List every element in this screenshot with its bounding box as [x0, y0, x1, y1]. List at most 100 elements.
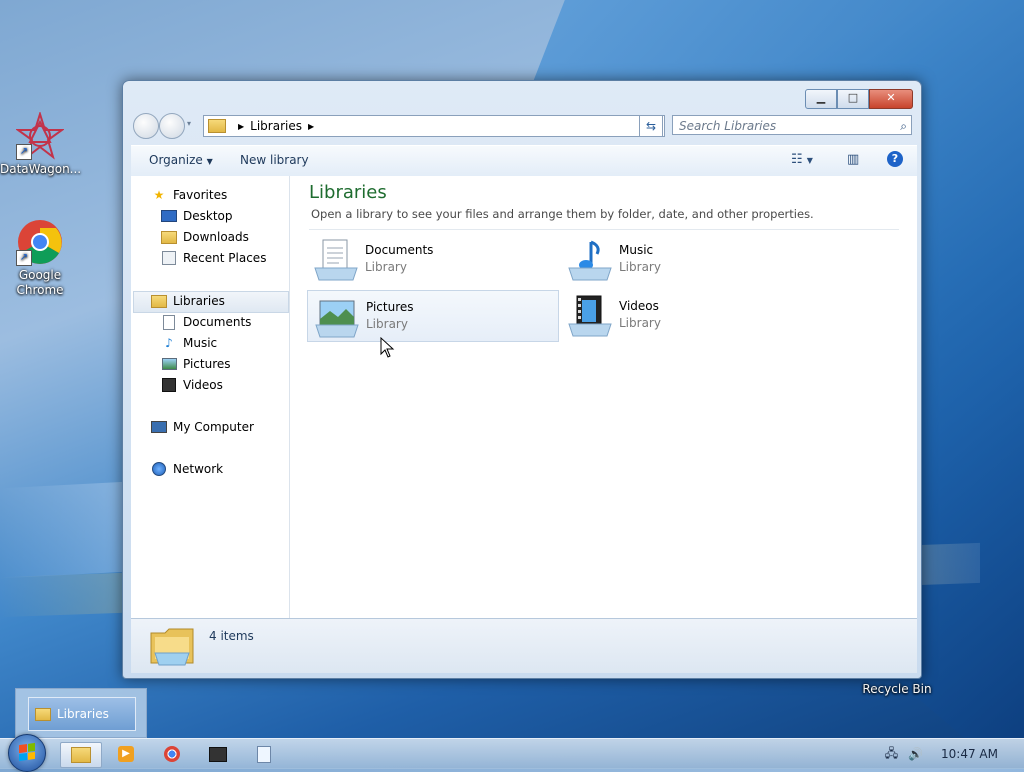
sidebar-item-label: My Computer	[173, 420, 254, 434]
back-button[interactable]	[133, 113, 159, 139]
search-input[interactable]: Search Libraries ⌕	[672, 115, 912, 135]
tile-name: Documents	[365, 243, 434, 257]
organize-button[interactable]: Organize ▼	[149, 153, 213, 167]
recent-places-icon	[161, 251, 177, 265]
network-status-icon[interactable]: 🖧	[885, 744, 898, 765]
navigation-bar: ▾ ▶ Libraries ▶ ▼ ⇆ Search Libraries ⌕	[131, 113, 913, 139]
desktop-icon-label: Google Chrome	[16, 268, 64, 297]
desktop-icon-datawagon[interactable]: ↗ DataWagon...	[0, 110, 82, 177]
sidebar-item-pictures[interactable]: Pictures	[161, 354, 231, 374]
library-tile-music[interactable]: Music Library	[561, 234, 811, 284]
sidebar-item-label: Favorites	[173, 188, 228, 202]
breadcrumb-libraries[interactable]: Libraries	[250, 119, 302, 133]
tile-type: Library	[619, 316, 661, 330]
tile-type: Library	[366, 317, 408, 331]
taskbar-media-player-button[interactable]: ▶	[106, 742, 146, 766]
sidebar-item-libraries[interactable]: Libraries	[151, 291, 225, 311]
page-subtitle: Open a library to see your files and arr…	[311, 207, 814, 221]
library-folder-icon	[208, 119, 226, 133]
downloads-folder-icon	[161, 230, 177, 244]
thumbnail-label: Libraries	[57, 707, 109, 721]
close-button[interactable]: ✕	[869, 89, 913, 109]
chrome-icon: ↗	[16, 218, 64, 266]
command-bar: Organize ▼ New library ☷ ▼ ▥ ?	[131, 145, 917, 177]
thumbnail-preview[interactable]: Libraries	[28, 697, 136, 731]
sidebar-item-downloads[interactable]: Downloads	[161, 227, 249, 247]
taskbar-notepad-button[interactable]	[244, 742, 284, 766]
documents-library-icon	[314, 239, 358, 281]
sidebar-item-label: Downloads	[183, 230, 249, 244]
sidebar-item-label: Network	[173, 462, 224, 476]
picture-icon	[161, 357, 177, 371]
taskbar-chrome-button[interactable]	[152, 742, 192, 766]
libraries-folder-icon	[151, 294, 167, 308]
library-tile-videos[interactable]: Videos Library	[561, 290, 811, 340]
taskbar: ▶ 🖧 🔊 10:47 AM	[0, 734, 1024, 772]
library-view: Libraries Open a library to see your fil…	[301, 176, 917, 618]
taskbar-terminal-button[interactable]	[198, 742, 238, 766]
terminal-icon	[209, 746, 227, 762]
sidebar-item-recent-places[interactable]: Recent Places	[161, 248, 266, 268]
preview-pane-icon[interactable]: ▥	[847, 152, 859, 167]
sidebar-item-label: Recent Places	[183, 251, 267, 265]
document-icon	[161, 314, 177, 330]
desktop-icon-chrome[interactable]: ↗ Google Chrome	[0, 218, 80, 298]
library-tile-pictures[interactable]: Pictures Library	[307, 290, 559, 342]
start-button[interactable]	[8, 734, 46, 772]
volume-icon[interactable]: 🔊	[908, 747, 923, 761]
minimize-button[interactable]: ▁	[805, 89, 837, 109]
content-area: ★ Favorites Desktop Downloads Recent Pla…	[131, 176, 917, 618]
sidebar-item-label: Desktop	[183, 209, 233, 223]
taskbar-thumbnail[interactable]: Libraries	[15, 688, 147, 738]
maximize-button[interactable]: □	[837, 89, 869, 109]
library-folder-icon	[35, 707, 51, 721]
recent-pages-chevron-icon[interactable]: ▾	[187, 119, 191, 128]
breadcrumb-arrow-icon[interactable]: ▶	[308, 122, 314, 131]
star-icon: ★	[153, 188, 165, 202]
windows-logo-icon	[19, 742, 35, 762]
address-bar[interactable]: ▶ Libraries ▶ ▼	[203, 115, 665, 137]
details-pane: 4 items	[131, 618, 917, 673]
divider	[309, 229, 899, 230]
sidebar-item-music[interactable]: ♪ Music	[161, 333, 217, 353]
datawagon-icon: ↗	[14, 110, 66, 160]
desktop-icon-label: DataWagon...	[0, 162, 82, 176]
tile-type: Library	[619, 260, 661, 274]
chrome-icon	[164, 746, 180, 762]
sidebar-item-label: Documents	[183, 315, 252, 329]
libraries-large-icon	[150, 628, 194, 666]
sidebar-item-label: Libraries	[173, 294, 225, 308]
desktop-icon-label: Recycle Bin	[862, 682, 932, 696]
music-library-icon	[568, 240, 612, 281]
shortcut-arrow-icon: ↗	[16, 250, 32, 266]
breadcrumb-arrow-icon[interactable]: ▶	[238, 122, 244, 131]
forward-button[interactable]	[159, 113, 185, 139]
new-library-button[interactable]: New library	[240, 153, 309, 167]
tile-name: Music	[619, 243, 654, 257]
sidebar-item-videos[interactable]: Videos	[161, 375, 223, 395]
sidebar-item-favorites[interactable]: ★ Favorites	[151, 185, 228, 205]
window-controls: ▁ □ ✕	[805, 89, 913, 109]
shortcut-arrow-icon: ↗	[16, 144, 32, 160]
tile-type: Library	[365, 260, 407, 274]
clock[interactable]: 10:47 AM	[941, 747, 998, 761]
sidebar-item-documents[interactable]: Documents	[161, 312, 251, 332]
help-icon[interactable]: ?	[887, 151, 903, 167]
desktop-icon	[161, 209, 177, 223]
system-tray: 🖧 🔊 10:47 AM	[885, 739, 1024, 769]
pictures-library-icon	[315, 300, 359, 338]
music-note-icon: ♪	[165, 336, 173, 350]
library-tile-documents[interactable]: Documents Library	[307, 234, 557, 284]
sidebar-item-network[interactable]: Network	[151, 459, 223, 479]
media-player-icon: ▶	[118, 746, 134, 762]
tile-name: Videos	[619, 299, 659, 313]
network-icon	[151, 462, 167, 476]
refresh-icon[interactable]: ⇆	[639, 115, 663, 137]
mouse-cursor-icon	[380, 337, 395, 358]
taskbar-explorer-button[interactable]	[60, 742, 102, 768]
sidebar-item-my-computer[interactable]: My Computer	[151, 417, 254, 437]
search-icon[interactable]: ⌕	[900, 116, 907, 136]
computer-icon	[151, 420, 167, 434]
change-view-icon[interactable]: ☷ ▼	[791, 152, 813, 167]
sidebar-item-desktop[interactable]: Desktop	[161, 206, 233, 226]
